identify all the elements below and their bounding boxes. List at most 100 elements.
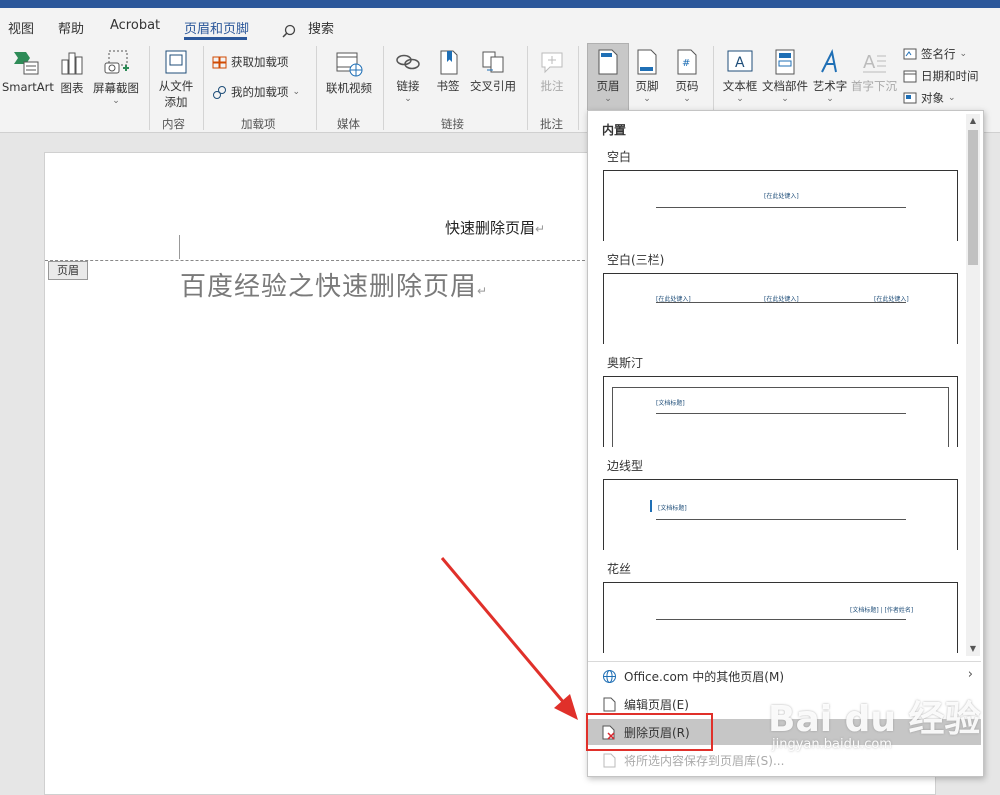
gallery-item-label: 奥斯汀 xyxy=(607,356,644,370)
text-cursor xyxy=(179,235,180,259)
link-button[interactable]: 链接 ⌄ xyxy=(392,48,424,104)
textbox-label: 文本框 xyxy=(722,79,758,93)
more-headers-online-label: Office.com 中的其他页眉(M) xyxy=(624,669,785,684)
group-label-links: 链接 xyxy=(441,117,464,131)
title-bar-strip xyxy=(0,0,1000,8)
group-divider xyxy=(527,46,528,130)
search-label[interactable]: 搜索 xyxy=(308,18,334,37)
cross-reference-label: 交叉引用 xyxy=(470,79,516,93)
get-addins-label: 获取加载项 xyxy=(231,55,289,69)
footer-icon xyxy=(637,49,657,75)
my-addins-icon xyxy=(213,85,226,99)
cross-reference-icon xyxy=(482,51,504,73)
bookmark-button[interactable]: 书签 xyxy=(432,48,464,94)
group-label-comments: 批注 xyxy=(540,117,563,131)
gallery-item-austin[interactable]: [文档标题] xyxy=(603,376,958,447)
active-tab-indicator xyxy=(184,37,247,40)
tab-header-footer[interactable]: 页眉和页脚 xyxy=(184,18,249,37)
search-icon[interactable] xyxy=(282,24,296,41)
tab-help[interactable]: 帮助 xyxy=(58,18,84,37)
baidu-watermark: Bai du 经验 xyxy=(768,699,981,740)
group-label-addins: 加载项 xyxy=(241,117,276,131)
quick-parts-button[interactable]: 文档部件 ⌄ xyxy=(761,48,809,104)
comment-label: 批注 xyxy=(540,79,564,93)
gallery-item-blank-three-column[interactable]: [在此处键入] [在此处键入] [在此处键入] xyxy=(603,273,958,344)
chevron-down-icon: ⌄ xyxy=(683,94,691,104)
wordart-label: 艺术字 xyxy=(812,79,848,93)
my-addins-button[interactable]: 我的加载项 ⌄ xyxy=(212,84,300,100)
textbox-button[interactable]: A 文本框 ⌄ xyxy=(720,48,760,104)
smartart-icon xyxy=(14,52,39,75)
textbox-icon: A xyxy=(727,50,753,72)
group-divider xyxy=(578,46,579,130)
from-file-button[interactable]: 从文件 添加 xyxy=(156,48,196,110)
chevron-down-icon: ⌄ xyxy=(736,94,744,104)
chevron-down-icon: ⌄ xyxy=(604,94,612,104)
scrollbar-thumb[interactable] xyxy=(968,130,978,265)
insert-file-icon xyxy=(165,50,187,74)
page-icon xyxy=(600,697,618,712)
header-text[interactable]: 快速删除页眉↵ xyxy=(445,217,545,238)
header-tag: 页眉 xyxy=(48,261,88,280)
quick-parts-icon xyxy=(775,49,795,75)
footer-label: 页脚 xyxy=(635,79,659,93)
date-time-button[interactable]: 日期和时间 xyxy=(903,68,979,84)
online-video-label: 联机视频 xyxy=(326,81,372,95)
addins-store-icon xyxy=(212,56,227,68)
comment-icon xyxy=(541,52,563,74)
globe-icon xyxy=(600,669,618,684)
gallery-item-sideline[interactable]: [文档标题] xyxy=(603,479,958,550)
chart-label: 图表 xyxy=(60,81,84,95)
object-button[interactable]: 对象 ⌄ xyxy=(903,90,956,106)
comment-button[interactable]: 批注 xyxy=(535,48,569,94)
chevron-down-icon: ⌄ xyxy=(404,94,412,104)
cross-reference-button[interactable]: 交叉引用 xyxy=(468,48,518,94)
chevron-down-icon: ⌄ xyxy=(959,49,968,59)
chevron-down-icon: ⌄ xyxy=(292,87,301,97)
gallery-scrollbar[interactable]: ▲ ▼ xyxy=(966,114,980,656)
gallery-item-label: 花丝 xyxy=(607,562,632,576)
get-addins-button[interactable]: 获取加载项 xyxy=(212,54,289,70)
quick-parts-label: 文档部件 xyxy=(762,79,808,93)
smartart-button[interactable]: SmartArt xyxy=(2,48,54,94)
group-label-content: 内容 xyxy=(162,117,185,131)
wordart-button[interactable]: 艺术字 ⌄ xyxy=(811,48,849,104)
page-number-button[interactable]: # 页码 ⌄ xyxy=(670,48,704,104)
group-divider xyxy=(203,46,204,130)
date-time-label: 日期和时间 xyxy=(921,69,979,83)
from-file-label-2: 添加 xyxy=(164,95,188,109)
gallery-section-builtin: 内置 xyxy=(602,123,627,137)
save-selection-label: 将所选内容保存到页眉库(S)... xyxy=(624,753,785,768)
screenshot-label: 屏幕截图 xyxy=(93,81,139,95)
wordart-icon xyxy=(821,48,837,73)
edit-header-label: 编辑页眉(E) xyxy=(624,697,689,712)
from-file-label-1: 从文件 xyxy=(158,79,194,93)
footer-button[interactable]: 页脚 ⌄ xyxy=(630,48,664,104)
scroll-down-arrow-icon[interactable]: ▼ xyxy=(966,642,980,656)
online-video-button[interactable]: 联机视频 xyxy=(324,48,374,96)
chevron-down-icon: ⌄ xyxy=(781,94,789,104)
tab-view[interactable]: 视图 xyxy=(8,18,34,37)
header-button[interactable]: 页眉 ⌄ xyxy=(589,48,627,104)
more-headers-online-item[interactable]: Office.com 中的其他页眉(M) › xyxy=(588,663,981,689)
gallery-item-label: 空白(三栏) xyxy=(607,253,665,267)
screenshot-icon xyxy=(104,50,129,74)
scroll-up-arrow-icon[interactable]: ▲ xyxy=(966,114,980,128)
save-to-gallery-icon xyxy=(600,753,618,768)
link-icon xyxy=(396,54,420,70)
group-divider xyxy=(149,46,150,130)
chevron-down-icon: ⌄ xyxy=(112,96,120,106)
gallery-item-label: 空白 xyxy=(607,150,632,164)
dropcap-button[interactable]: A 首字下沉 xyxy=(851,48,897,94)
gallery-item-filigree[interactable]: [文档标题] | [作者姓名] xyxy=(603,582,958,653)
chart-button[interactable]: 图表 xyxy=(56,48,88,96)
screenshot-button[interactable]: 屏幕截图 ⌄ xyxy=(92,48,140,106)
signature-line-button[interactable]: 签名行 ⌄ xyxy=(903,46,967,62)
body-title[interactable]: 百度经验之快速删除页眉↵ xyxy=(180,266,488,303)
smartart-label: SmartArt xyxy=(2,80,54,94)
header-label: 页眉 xyxy=(596,79,620,93)
chevron-right-icon: › xyxy=(967,667,973,682)
tab-acrobat[interactable]: Acrobat xyxy=(110,18,160,33)
header-gallery-dropdown: 内置 空白 [在此处键入] 空白(三栏) [在此处键入] [在此处键入] [在此… xyxy=(587,110,984,777)
gallery-item-blank[interactable]: [在此处键入] xyxy=(603,170,958,241)
